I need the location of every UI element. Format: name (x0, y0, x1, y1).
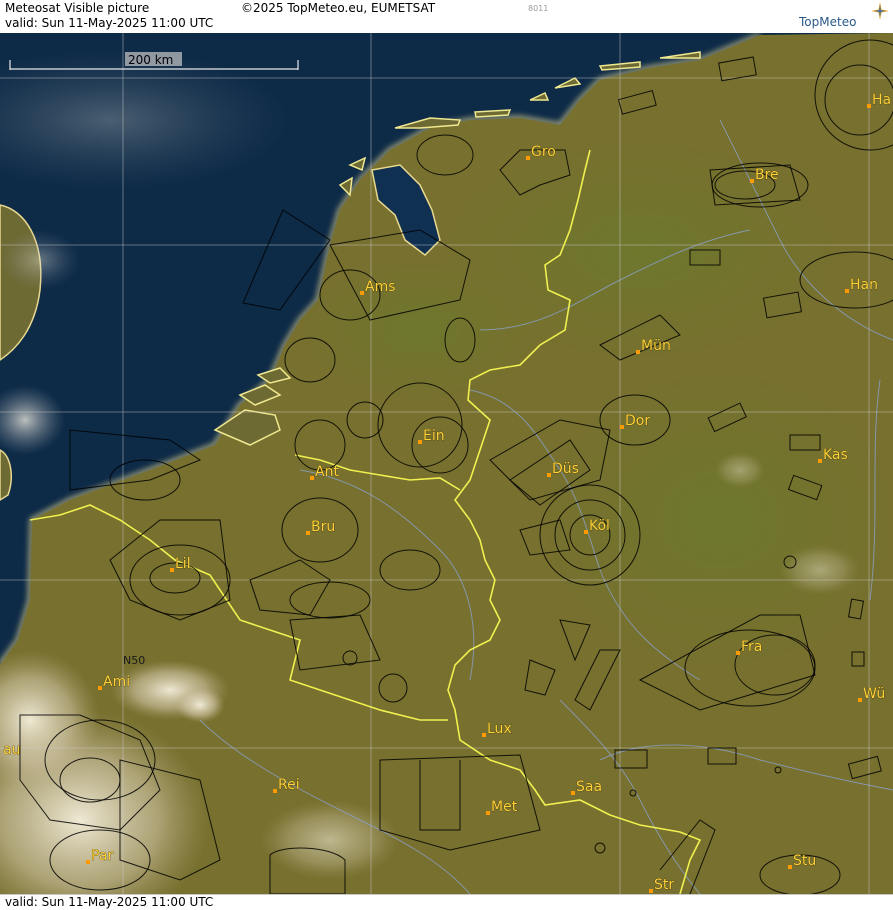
city-dot (636, 350, 640, 354)
city-marker: Han (845, 277, 878, 293)
city-label: Han (850, 277, 878, 293)
city-dot (482, 733, 486, 737)
city-dot (858, 698, 862, 702)
product-title: Meteosat Visible picture (5, 1, 150, 15)
city-marker: Düs (547, 461, 579, 477)
city-marker: Mün (636, 338, 671, 354)
city-dot (86, 860, 90, 864)
city-marker: Dor (620, 413, 651, 429)
valid-time-bottom: valid: Sun 11-May-2025 11:00 UTC (5, 895, 214, 909)
city-dot (418, 440, 422, 444)
city-dot (547, 473, 551, 477)
city-dot (571, 791, 575, 795)
header-bar: Meteosat Visible picture ©2025 TopMeteo.… (0, 0, 893, 34)
city-label: N50 (123, 654, 145, 667)
cloud-area (715, 452, 765, 488)
city-dot (649, 889, 653, 893)
city-marker: Lux (482, 721, 512, 737)
city-label: Bre (755, 167, 779, 183)
city-label: Ant (315, 464, 339, 480)
topmeteo-logo[interactable]: TopMeteo (797, 2, 889, 32)
cloud-area (260, 800, 400, 880)
city-label: Str (654, 877, 674, 893)
logo-text: TopMeteo (799, 15, 857, 29)
city-marker: Gro (526, 144, 556, 160)
image-code: 8011 (528, 4, 549, 13)
footer-bar: valid: Sun 11-May-2025 11:00 UTC (0, 894, 893, 910)
city-dot (736, 651, 740, 655)
city-dot (310, 476, 314, 480)
scale-bar-label: 200 km (128, 53, 173, 67)
city-label: Met (491, 799, 518, 815)
city-label: Wü (863, 686, 885, 702)
city-label: Lux (487, 721, 512, 737)
cloud-area (0, 230, 80, 290)
city-label: Kas (823, 447, 848, 463)
city-label: au (3, 742, 20, 758)
compass-star-icon (871, 2, 889, 20)
city-dot (584, 530, 588, 534)
city-dot (867, 104, 871, 108)
city-marker: Bru (306, 519, 336, 535)
satellite-map[interactable]: 200 km Gro Ha Bre Ams Han Mün Ein Dor Kas Ant Düs B… (0, 33, 893, 894)
city-marker: Wü (858, 686, 886, 702)
city-marker: Ami (98, 674, 130, 690)
city-label: Köl (589, 518, 610, 534)
city-label: Par (91, 848, 113, 864)
city-label: Bru (311, 519, 335, 535)
city-dot (486, 811, 490, 815)
city-marker: Stu (788, 853, 817, 869)
city-label: Ein (423, 428, 445, 444)
cloud-area (780, 545, 860, 595)
city-dot (750, 179, 754, 183)
city-label: Lil (175, 556, 191, 572)
city-label: Düs (552, 461, 579, 477)
cloud-area (175, 687, 225, 723)
city-dot (360, 291, 364, 295)
city-label: Rei (278, 777, 300, 793)
city-label: Gro (531, 144, 556, 160)
city-dot (306, 531, 310, 535)
city-label: Ami (103, 674, 130, 690)
city-label: Mün (641, 338, 671, 354)
city-marker: Par (86, 848, 114, 864)
city-marker: Kas (818, 447, 848, 463)
city-label: Fra (741, 639, 762, 655)
city-dot (620, 425, 624, 429)
city-label: Dor (625, 413, 650, 429)
city-marker: Ams (360, 279, 396, 295)
city-marker: N50 (123, 654, 145, 667)
city-dot (170, 568, 174, 572)
terrain-patch (300, 260, 540, 400)
city-dot (845, 289, 849, 293)
city-dot (526, 156, 530, 160)
city-dot (788, 865, 792, 869)
city-marker: Saa (571, 779, 602, 795)
city-marker: Ant (310, 464, 340, 480)
valid-time-top: valid: Sun 11-May-2025 11:00 UTC (5, 16, 214, 30)
copyright-text: ©2025 TopMeteo.eu, EUMETSAT (241, 1, 436, 15)
city-marker: au (3, 742, 21, 759)
city-dot (98, 686, 102, 690)
city-label: Ha (872, 92, 891, 108)
city-marker: Met (486, 799, 518, 815)
city-label: Stu (793, 853, 816, 869)
city-dot (273, 789, 277, 793)
city-label: Ams (365, 279, 396, 295)
city-marker: Bre (750, 167, 779, 183)
city-label: Saa (576, 779, 602, 795)
map-canvas: 200 km Gro Ha Bre Ams Han Mün Ein Dor Kas Ant Düs B… (0, 33, 893, 894)
city-dot (818, 459, 822, 463)
